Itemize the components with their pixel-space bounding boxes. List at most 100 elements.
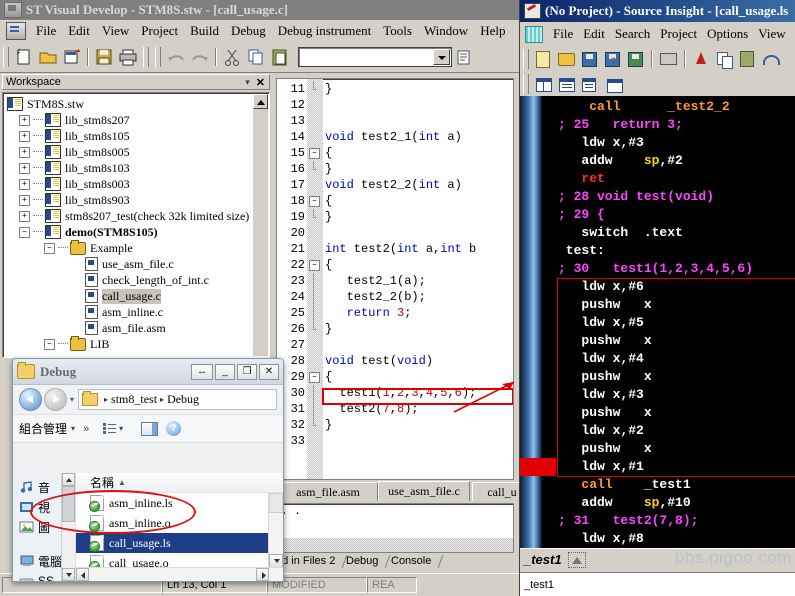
close-button[interactable]: ✕ [259, 363, 279, 380]
tree-node[interactable]: + lib_stm8s003 [7, 176, 253, 192]
assembly-line[interactable]: ; 29 { [558, 206, 605, 224]
si-menu-view[interactable]: View [753, 24, 790, 44]
view-options-chevron-icon[interactable]: ▾ [119, 424, 123, 433]
chevron-down-icon[interactable] [433, 49, 450, 65]
file-list-column-header[interactable]: 名稱 ▲ [76, 473, 283, 493]
assembly-line[interactable]: addw sp,#2 [558, 152, 682, 170]
menu-debug-instrument[interactable]: Debug instrument [272, 21, 378, 41]
tree-node-file[interactable]: asm_file.asm [7, 320, 253, 336]
expander-icon[interactable]: + [19, 162, 30, 174]
chevron-right-icon[interactable]: ▸ [160, 395, 164, 404]
output-tab-console[interactable]: Console [391, 554, 444, 568]
expander-icon[interactable]: + [19, 194, 30, 206]
menu-build[interactable]: Build [184, 21, 225, 41]
assembly-line[interactable]: ldw x,#3 [558, 134, 643, 152]
scrollbar-thumb[interactable] [62, 486, 75, 522]
code-line[interactable]: 12 [277, 97, 513, 113]
workspace-tree-body[interactable]: STM8S.stw + lib_stm8s207 + lib_stm8s105 … [2, 92, 270, 358]
resize-arrows-icon[interactable]: ↔ [191, 363, 213, 380]
file-row[interactable]: asm_inline.ls [76, 493, 283, 513]
assembly-line[interactable]: addw sp,#10 [558, 494, 690, 512]
scroll-left-button[interactable] [76, 568, 89, 581]
tab-call-usage-c[interactable]: call_u [472, 482, 519, 501]
expander-icon[interactable]: + [19, 146, 30, 158]
menu-edit[interactable]: Edit [62, 21, 96, 41]
undo-icon[interactable] [760, 49, 781, 69]
find-combo-input[interactable] [298, 47, 452, 67]
redo-icon[interactable] [189, 47, 211, 68]
copy-icon[interactable] [714, 49, 735, 69]
expander-icon[interactable]: + [19, 210, 30, 222]
code-line[interactable]: 29−{ [277, 369, 513, 385]
preview-pane-icon[interactable] [141, 421, 159, 436]
tree-node-file[interactable]: use_asm_file.c [7, 256, 253, 272]
menu-view[interactable]: View [96, 21, 135, 41]
code-line[interactable]: 21 int test2(int a,int b [277, 241, 513, 257]
find-in-files-icon[interactable] [453, 47, 475, 68]
open-file-icon[interactable] [37, 47, 59, 68]
toolbar-grip-3[interactable] [155, 47, 161, 67]
single-window-icon[interactable] [556, 74, 577, 94]
si-symbol-field[interactable]: _test1 [520, 572, 795, 596]
menu-help[interactable]: Help [474, 21, 511, 41]
save-all-icon[interactable] [625, 49, 646, 69]
tree-node-example[interactable]: − Example [7, 239, 253, 256]
overflow-chevron-icon[interactable]: » [83, 423, 89, 435]
collapser-icon[interactable]: − [44, 242, 55, 254]
save-icon[interactable] [93, 47, 115, 68]
breakpoint-marker[interactable] [520, 458, 556, 476]
code-line[interactable]: 33 [277, 433, 513, 449]
cascade-windows-icon[interactable] [602, 74, 623, 94]
new-file-icon[interactable] [13, 47, 35, 68]
assembly-line[interactable]: ret [558, 170, 604, 188]
output-pane[interactable]: . . [276, 503, 514, 553]
assembly-line[interactable]: switch .text [558, 224, 682, 242]
save-icon[interactable] [579, 49, 600, 69]
assembly-line[interactable]: ; 28 void test(void) [558, 188, 714, 206]
toolbar-grip[interactable] [3, 47, 9, 67]
toolbar-grip-2[interactable] [143, 47, 149, 67]
cut-icon[interactable] [221, 47, 243, 68]
scrollbar-thumb[interactable] [269, 493, 283, 513]
code-line[interactable]: 32} [277, 417, 513, 433]
assembly-line[interactable]: test: [558, 242, 605, 260]
tree-node[interactable]: + lib_stm8s207 [7, 112, 253, 128]
help-icon[interactable]: ? [166, 421, 182, 436]
debug-file-list-pane[interactable]: 名稱 ▲ asm_inline.ls asm_inline.o call_usa… [76, 473, 283, 581]
si-menu-file[interactable]: File [548, 24, 578, 44]
open-file-icon[interactable] [556, 49, 577, 69]
menu-tools[interactable]: Tools [377, 21, 418, 41]
menu-project[interactable]: Project [135, 21, 184, 41]
undo-icon[interactable] [165, 47, 187, 68]
paste-icon[interactable] [269, 47, 291, 68]
scroll-down-button[interactable] [62, 568, 75, 581]
breadcrumb[interactable]: ▸ stm8_test ▸ Debug [78, 389, 277, 410]
scroll-up-button[interactable] [62, 473, 75, 486]
code-line[interactable]: 20 [277, 225, 513, 241]
tree-node-lib[interactable]: − LIB [7, 335, 253, 352]
menu-window[interactable]: Window [418, 21, 474, 41]
fold-collapse-icon[interactable]: − [309, 196, 320, 207]
tree-node[interactable]: + stm8s207_test(check 32k limited size) [7, 208, 253, 224]
tab-asm-file-asm[interactable]: asm_file.asm [278, 482, 378, 501]
panel-menu-icon[interactable]: ▾ [245, 77, 250, 88]
new-workspace-icon[interactable] [61, 47, 83, 68]
code-line[interactable]: 13 [277, 113, 513, 129]
assembly-line[interactable]: ldw x,#8 [558, 530, 643, 548]
assembly-line[interactable]: call _test1 [558, 476, 690, 494]
close-icon[interactable]: ✕ [256, 76, 265, 89]
tree-node[interactable]: + lib_stm8s105 [7, 128, 253, 144]
menu-debug[interactable]: Debug [225, 21, 272, 41]
organize-button[interactable]: 組合管理 [19, 420, 67, 437]
code-line[interactable]: 19} [277, 209, 513, 225]
tab-use-asm-file-c[interactable]: use_asm_file.c [378, 481, 470, 501]
chevron-down-icon[interactable]: ▾ [71, 424, 75, 433]
assembly-line[interactable]: ; 31 test2(7,8); [558, 512, 698, 530]
code-line[interactable]: 26} [277, 321, 513, 337]
split-window-icon[interactable] [579, 74, 600, 94]
maximize-button[interactable]: ❐ [237, 363, 257, 380]
breadcrumb-item-project[interactable]: stm8_test [111, 392, 157, 407]
new-file-icon[interactable] [533, 49, 554, 69]
collapser-icon[interactable]: − [19, 226, 30, 238]
si-menu-edit[interactable]: Edit [578, 24, 610, 44]
